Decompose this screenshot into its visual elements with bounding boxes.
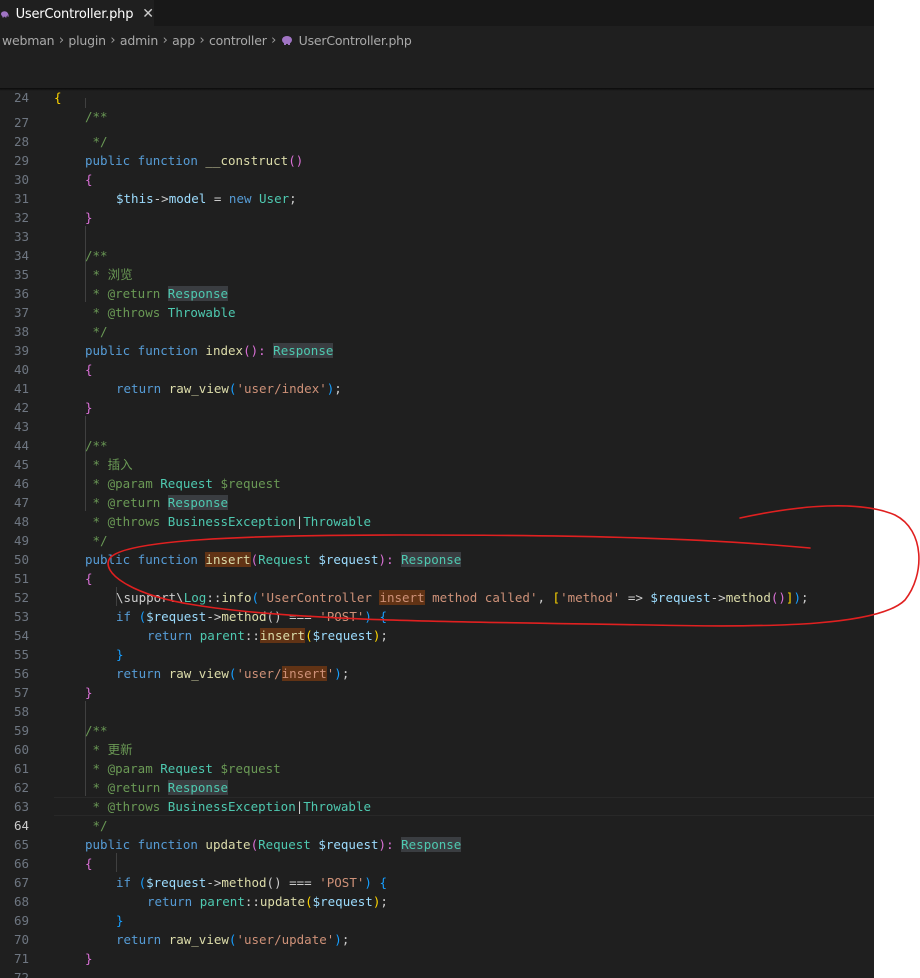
- code-line: 56 }: [13, 666, 93, 700]
- code-line: 63 */: [13, 799, 108, 833]
- code-line: 62 * @throws BusinessException|Throwable: [13, 780, 371, 814]
- close-icon[interactable]: ✕: [142, 6, 154, 22]
- breadcrumb-item[interactable]: app: [172, 33, 195, 48]
- code-line: 24 /**: [0, 69, 874, 124]
- chevron-right-icon: ›: [162, 32, 168, 48]
- code-line: 34 * 浏览: [13, 248, 133, 282]
- code-line: 67 return parent::update($request);: [13, 875, 388, 909]
- code-line: 54 }: [13, 628, 124, 662]
- chevron-right-icon: ›: [199, 32, 205, 48]
- code-line: 68 }: [13, 894, 124, 928]
- code-line: 47 * @throws BusinessException|Throwable: [13, 495, 371, 529]
- code-line: 41 }: [13, 381, 93, 415]
- code-line: 40 return raw_view('user/index');: [13, 362, 342, 396]
- code-line: 43 /**: [13, 419, 108, 453]
- code-line: 17 {: [14, 71, 62, 105]
- breadcrumb-item[interactable]: plugin: [68, 33, 106, 48]
- breadcrumb: webman › plugin › admin › app › controll…: [2, 30, 412, 50]
- code-line: 35 * @return Response: [13, 267, 229, 301]
- breadcrumb-item[interactable]: admin: [120, 33, 158, 48]
- tab-label: UserController.php: [15, 6, 134, 22]
- code-line: 60 * @param Request $request: [13, 742, 281, 776]
- code-line: 49 public function insert(Request $reque…: [13, 533, 462, 567]
- code-line: 32: [13, 210, 29, 225]
- code-line: 53 return parent::insert($request);: [13, 609, 388, 643]
- breadcrumb-item[interactable]: UserController.php: [299, 33, 412, 48]
- code-line: 46 * @return Response: [13, 476, 229, 510]
- code-line: 30 $this->model = new User;: [13, 172, 297, 206]
- code-line: 37 */: [13, 305, 108, 339]
- code-line: 36 * @throws Throwable: [13, 286, 236, 320]
- code-line-current: 64 public function update(Request $reque…: [13, 818, 462, 852]
- code-line: 51 \support\Log::info('UserController in…: [13, 571, 809, 605]
- code-line: 55 return raw_view('user/insert');: [13, 647, 350, 681]
- code-line: 48 */: [13, 514, 108, 548]
- code-line: 61 * @return Response: [13, 761, 229, 795]
- code-line: 52 if ($request->method() === 'POST') {: [13, 590, 387, 624]
- sticky-scroll-shadow: [0, 88, 874, 91]
- code-line: 70 }: [13, 932, 93, 966]
- code-line: 39 {: [13, 343, 93, 377]
- chevron-right-icon: ›: [271, 32, 277, 48]
- code-line: 31 }: [13, 191, 93, 225]
- code-line: 65 {: [13, 837, 93, 871]
- code-line: 45 * @param Request $request: [13, 457, 281, 491]
- code-line: 38 public function index(): Response: [13, 324, 334, 358]
- php-elephant-icon: [1, 11, 9, 18]
- code-line: 72 }: [13, 970, 29, 978]
- code-line: 58 /**: [13, 704, 108, 738]
- breadcrumb-item[interactable]: webman: [2, 33, 55, 48]
- code-line: 33 /**: [13, 229, 108, 263]
- code-line: 59 * 更新: [13, 723, 133, 757]
- code-line: 69 return raw_view('user/update');: [13, 913, 350, 947]
- code-line: 50 {: [13, 552, 93, 586]
- chevron-right-icon: ›: [110, 32, 116, 48]
- php-elephant-icon: [281, 36, 292, 45]
- code-line: 73: [0, 968, 874, 978]
- code-line: 28 public function __construct(): [13, 134, 304, 168]
- breadcrumb-item[interactable]: controller: [209, 33, 267, 48]
- code-line: 42: [13, 400, 29, 415]
- code-editor[interactable]: UserController.php ✕ webman › plugin › a…: [0, 0, 874, 978]
- code-line: 44 * 插入: [13, 438, 133, 472]
- code-line: 27 */: [13, 115, 108, 149]
- tab-bar: UserController.php ✕: [0, 0, 874, 27]
- code-line: 57: [13, 685, 29, 700]
- chevron-right-icon: ›: [58, 32, 64, 48]
- tab-user-controller[interactable]: UserController.php ✕: [0, 0, 154, 27]
- code-line: 71: [13, 951, 29, 966]
- code-line: 29 {: [13, 153, 93, 187]
- code-line: 66 if ($request->method() === 'POST') {: [13, 856, 387, 890]
